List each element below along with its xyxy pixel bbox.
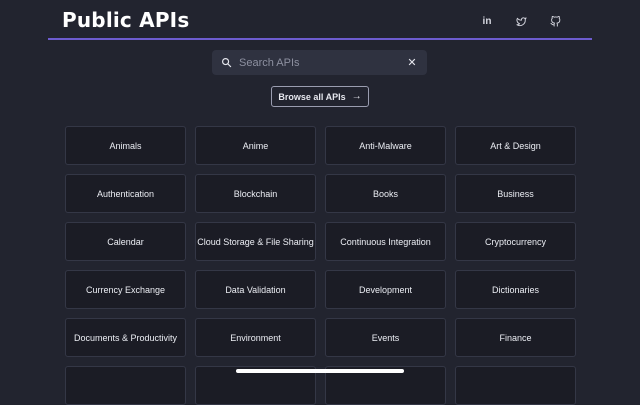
home-indicator-bar xyxy=(236,369,404,373)
category-card[interactable]: Finance xyxy=(455,318,576,357)
browse-all-apis-button[interactable]: Browse all APIs → xyxy=(271,86,369,107)
category-card[interactable]: Books xyxy=(325,174,446,213)
search-input[interactable] xyxy=(238,50,399,75)
header-bar: Public APIs in xyxy=(48,0,592,40)
category-card[interactable]: Anime xyxy=(195,126,316,165)
clear-search-icon[interactable]: ✕ xyxy=(405,55,419,69)
site-logo-title[interactable]: Public APIs xyxy=(62,8,189,32)
search-icon xyxy=(222,58,232,68)
category-card[interactable] xyxy=(65,366,186,405)
category-card[interactable]: Calendar xyxy=(65,222,186,261)
search-bar: ✕ xyxy=(212,50,427,75)
category-card[interactable]: Documents & Productivity xyxy=(65,318,186,357)
category-card[interactable]: Blockchain xyxy=(195,174,316,213)
category-card[interactable]: Business xyxy=(455,174,576,213)
browse-button-label: Browse all APIs xyxy=(278,91,346,102)
category-card[interactable]: Cryptocurrency xyxy=(455,222,576,261)
category-card[interactable] xyxy=(455,366,576,405)
arrow-right-icon: → xyxy=(351,91,362,102)
twitter-icon xyxy=(515,16,527,26)
category-card[interactable]: Data Validation xyxy=(195,270,316,309)
category-grid: Animals Anime Anti-Malware Art & Design … xyxy=(65,126,576,405)
category-card[interactable]: Authentication xyxy=(65,174,186,213)
category-card[interactable]: Art & Design xyxy=(455,126,576,165)
category-card[interactable]: Dictionaries xyxy=(455,270,576,309)
linkedin-link[interactable]: in xyxy=(470,12,504,30)
category-card[interactable]: Development xyxy=(325,270,446,309)
category-card[interactable]: Currency Exchange xyxy=(65,270,186,309)
category-card[interactable]: Environment xyxy=(195,318,316,357)
category-card[interactable]: Anti-Malware xyxy=(325,126,446,165)
category-card[interactable]: Events xyxy=(325,318,446,357)
github-link[interactable] xyxy=(538,12,572,30)
category-card[interactable]: Cloud Storage & File Sharing xyxy=(195,222,316,261)
github-icon xyxy=(549,15,560,27)
category-card[interactable]: Animals xyxy=(65,126,186,165)
category-card[interactable]: Continuous Integration xyxy=(325,222,446,261)
social-links: in xyxy=(470,12,572,30)
linkedin-icon: in xyxy=(482,15,492,27)
twitter-link[interactable] xyxy=(504,12,538,30)
